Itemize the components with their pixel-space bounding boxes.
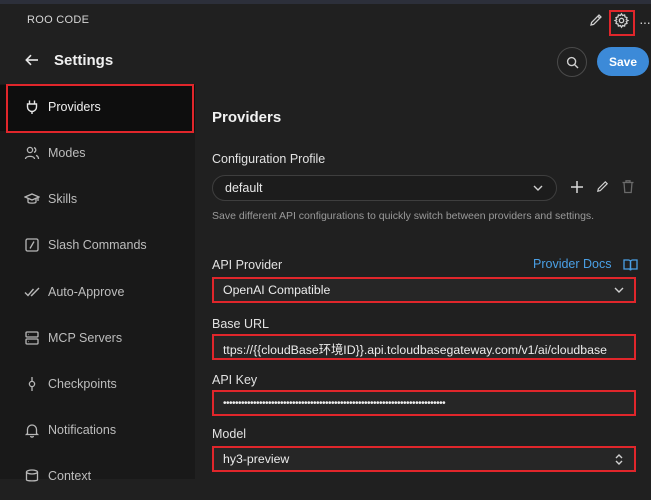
search-button[interactable] bbox=[557, 47, 587, 77]
sidebar-item-modes[interactable]: Modes bbox=[0, 131, 195, 177]
rename-profile-icon[interactable] bbox=[595, 179, 610, 194]
model-value: hy3-preview bbox=[223, 452, 290, 466]
sidebar-item-context[interactable]: Context bbox=[0, 454, 195, 500]
plug-icon bbox=[24, 99, 40, 115]
api-key-input[interactable]: ••••••••••••••••••••••••••••••••••••••••… bbox=[212, 390, 636, 416]
sidebar-item-checkpoints[interactable]: Checkpoints bbox=[0, 362, 195, 408]
sidebar-item-label: Notifications bbox=[48, 423, 117, 437]
app-title: ROO CODE bbox=[27, 14, 90, 26]
sidebar-item-providers[interactable]: Providers bbox=[0, 85, 195, 131]
base-url-value: ttps://{{cloudBase环境ID}}.api.tcloudbaseg… bbox=[223, 343, 607, 357]
sidebar-item-label: Providers bbox=[48, 100, 101, 114]
base-url-label: Base URL bbox=[212, 317, 269, 331]
git-commit-icon bbox=[24, 376, 40, 392]
section-heading: Providers bbox=[212, 109, 282, 126]
slash-square-icon bbox=[24, 237, 40, 253]
sidebar-item-label: MCP Servers bbox=[48, 331, 123, 345]
chevron-down-icon bbox=[532, 182, 544, 194]
configuration-profile-label: Configuration Profile bbox=[212, 152, 326, 166]
sidebar-item-notifications[interactable]: Notifications bbox=[0, 408, 195, 454]
database-icon bbox=[24, 468, 40, 484]
server-icon bbox=[24, 330, 40, 346]
users-icon bbox=[24, 145, 40, 161]
sidebar-item-label: Checkpoints bbox=[48, 377, 117, 391]
extension-header: ROO CODE ··· bbox=[0, 4, 651, 40]
save-button[interactable]: Save bbox=[597, 47, 649, 76]
page-title: Settings bbox=[54, 52, 114, 69]
base-url-input[interactable]: ttps://{{cloudBase环境ID}}.api.tcloudbaseg… bbox=[212, 334, 636, 360]
book-icon[interactable] bbox=[623, 258, 638, 272]
gear-highlight-box bbox=[609, 10, 635, 36]
add-profile-icon[interactable] bbox=[569, 179, 585, 195]
model-select[interactable]: hy3-preview bbox=[212, 446, 636, 472]
provider-docs-link[interactable]: Provider Docs bbox=[533, 257, 612, 271]
sidebar-item-label: Slash Commands bbox=[48, 238, 147, 252]
chevron-down-icon bbox=[613, 284, 625, 296]
bell-icon bbox=[24, 422, 40, 438]
search-icon bbox=[566, 56, 579, 69]
api-provider-label: API Provider bbox=[212, 258, 283, 272]
back-arrow-icon[interactable] bbox=[24, 52, 40, 68]
chevron-up-down-icon bbox=[613, 453, 625, 466]
sidebar-item-slash-commands[interactable]: Slash Commands bbox=[0, 223, 195, 269]
api-provider-value: OpenAI Compatible bbox=[223, 283, 331, 297]
settings-sidebar: Providers Modes Skills Slash Commands Au… bbox=[0, 84, 195, 483]
model-label: Model bbox=[212, 427, 247, 441]
more-actions-icon[interactable]: ··· bbox=[639, 14, 651, 30]
settings-titlebar: Settings Save bbox=[0, 40, 651, 84]
delete-profile-icon[interactable] bbox=[621, 179, 635, 194]
check-double-icon bbox=[24, 284, 40, 300]
configuration-profile-select[interactable]: default bbox=[212, 175, 557, 201]
sidebar-item-mcp-servers[interactable]: MCP Servers bbox=[0, 316, 195, 362]
sidebar-item-label: Skills bbox=[48, 192, 78, 206]
api-provider-select[interactable]: OpenAI Compatible bbox=[212, 277, 636, 303]
api-key-label: API Key bbox=[212, 373, 258, 387]
graduation-cap-icon bbox=[23, 191, 41, 207]
api-key-value: ••••••••••••••••••••••••••••••••••••••••… bbox=[223, 398, 446, 409]
profile-help-text: Save different API configurations to qui… bbox=[212, 210, 595, 222]
providers-panel: Providers Configuration Profile default … bbox=[195, 84, 651, 479]
sidebar-item-label: Context bbox=[48, 469, 92, 483]
sidebar-item-skills[interactable]: Skills bbox=[0, 177, 195, 223]
edit-icon[interactable] bbox=[588, 12, 604, 28]
profile-select-value: default bbox=[225, 181, 263, 195]
sidebar-item-auto-approve[interactable]: Auto-Approve bbox=[0, 270, 195, 316]
sidebar-item-label: Auto-Approve bbox=[48, 285, 125, 299]
sidebar-item-label: Modes bbox=[48, 146, 86, 160]
